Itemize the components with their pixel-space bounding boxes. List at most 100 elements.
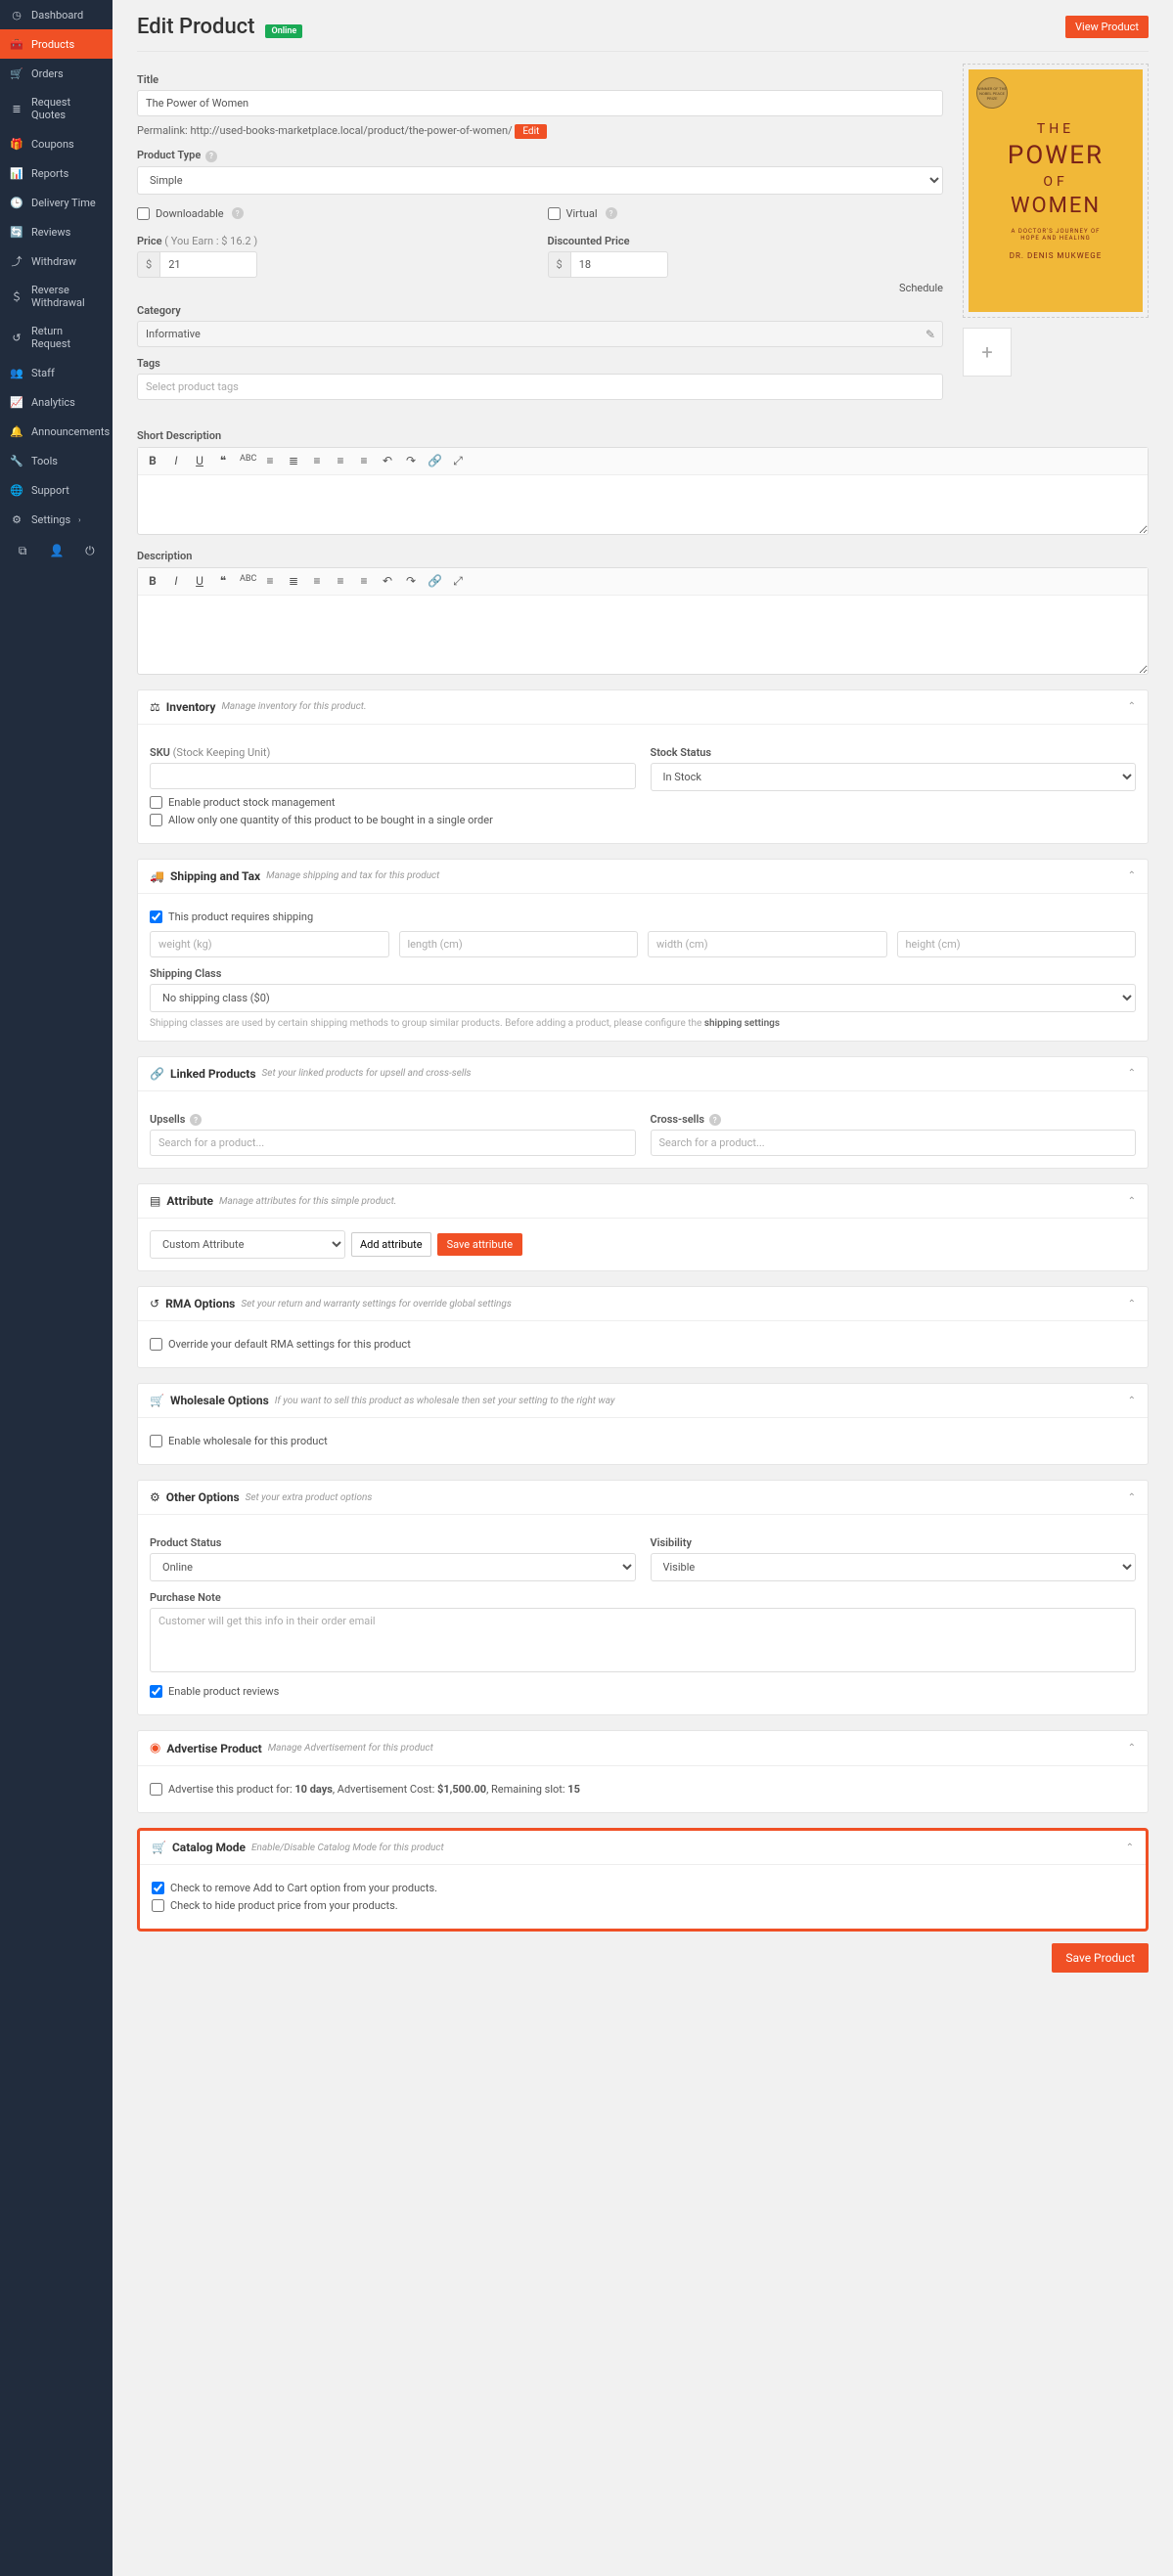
sidebar-item-orders[interactable]: 🛒Orders [0,59,113,88]
user-icon[interactable]: 👤 [49,544,63,558]
permalink-edit-button[interactable]: Edit [515,124,547,139]
length-input[interactable] [399,931,639,957]
sidebar-item-tools[interactable]: 🔧Tools [0,446,113,475]
other-header[interactable]: ⚙ Other Options Set your extra product o… [138,1481,1148,1515]
attribute-header[interactable]: ▤ Attribute Manage attributes for this s… [138,1184,1148,1219]
view-product-button[interactable]: View Product [1065,16,1149,38]
short-desc-body[interactable] [138,475,1148,534]
visibility-select[interactable]: Visible [651,1553,1137,1581]
advertise-header[interactable]: ◉ Advertise Product Manage Advertisement… [138,1731,1148,1766]
single-qty-checkbox[interactable] [150,814,162,826]
height-input[interactable] [897,931,1137,957]
width-input[interactable] [648,931,887,957]
wholesale-checkbox[interactable] [150,1435,162,1447]
link-icon[interactable]: 🔗 [428,454,441,468]
inventory-header[interactable]: ⚖ Inventory Manage inventory for this pr… [138,690,1148,725]
shipping-settings-link[interactable]: shipping settings [704,1018,780,1029]
schedule-link[interactable]: Schedule [548,282,944,294]
weight-input[interactable] [150,931,389,957]
quote-icon[interactable]: ❝ [216,574,230,589]
advertise-checkbox[interactable] [150,1783,162,1796]
sidebar-item-coupons[interactable]: 🎁Coupons [0,129,113,158]
tags-input[interactable] [137,374,943,400]
virtual-checkbox[interactable] [548,207,561,220]
discount-input[interactable] [570,251,668,278]
ul-icon[interactable]: ≡ [263,454,277,468]
stock-status-select[interactable]: In Stock [651,763,1137,791]
sidebar-item-request-quotes[interactable]: ≣Request Quotes [0,88,113,129]
align-left-icon[interactable]: ≡ [310,454,324,468]
sidebar-item-reviews[interactable]: 🔄Reviews [0,217,113,246]
rma-override-checkbox[interactable] [150,1338,162,1351]
undo-icon[interactable]: ↶ [381,454,394,468]
product-cover[interactable]: WINNER OF THE NOBEL PEACE PRIZE THE POWE… [963,64,1149,318]
attribute-select[interactable]: Custom Attribute [150,1230,345,1259]
sidebar-item-support[interactable]: 🌐Support [0,475,113,505]
underline-icon[interactable]: U [193,574,206,589]
category-input[interactable] [137,321,943,347]
redo-icon[interactable]: ↷ [404,454,418,468]
quote-icon[interactable]: ❝ [216,454,230,468]
reviews-checkbox[interactable] [150,1685,162,1698]
link-icon[interactable]: 🔗 [428,574,441,589]
ul-icon[interactable]: ≡ [263,574,277,589]
rma-header[interactable]: ↺ RMA Options Set your return and warran… [138,1287,1148,1321]
crosssells-input[interactable] [651,1130,1137,1156]
sidebar-item-withdraw[interactable]: ⤴Withdraw [0,246,113,276]
align-left-icon[interactable]: ≡ [310,574,324,589]
align-center-icon[interactable]: ≡ [334,454,347,468]
help-icon[interactable]: ? [190,1114,202,1126]
permalink-url[interactable]: http://used-books-marketplace.local/prod… [190,124,512,137]
purchase-note-input[interactable] [150,1608,1136,1672]
help-icon[interactable]: ? [709,1114,721,1126]
undo-icon[interactable]: ↶ [381,574,394,589]
sidebar-item-reports[interactable]: 📊Reports [0,158,113,188]
align-center-icon[interactable]: ≡ [334,574,347,589]
redo-icon[interactable]: ↷ [404,574,418,589]
align-right-icon[interactable]: ≡ [357,574,371,589]
product-type-select[interactable]: Simple [137,166,943,195]
hide-price-checkbox[interactable] [152,1899,164,1912]
wholesale-header[interactable]: 🛒 Wholesale Options If you want to sell … [138,1384,1148,1418]
ol-icon[interactable]: ≣ [287,574,300,589]
strike-icon[interactable]: ABC [240,574,253,589]
fullscreen-icon[interactable]: ⤢ [451,454,465,468]
add-image-button[interactable]: + [963,328,1012,377]
underline-icon[interactable]: U [193,454,206,468]
upsells-input[interactable] [150,1130,636,1156]
save-product-button[interactable]: Save Product [1052,1943,1149,1973]
sidebar-item-reverse-withdrawal[interactable]: ＄Reverse Withdrawal [0,276,113,317]
sidebar-item-products[interactable]: 🧰Products [0,29,113,59]
ol-icon[interactable]: ≣ [287,454,300,468]
bold-icon[interactable]: B [146,574,159,589]
help-icon[interactable]: ? [606,207,617,219]
title-input[interactable] [137,90,943,116]
italic-icon[interactable]: I [169,454,183,468]
shipping-header[interactable]: 🚚 Shipping and Tax Manage shipping and t… [138,860,1148,894]
fullscreen-icon[interactable]: ⤢ [451,574,465,589]
sku-input[interactable] [150,763,636,789]
requires-shipping-checkbox[interactable] [150,910,162,923]
save-attribute-button[interactable]: Save attribute [437,1233,523,1256]
product-status-select[interactable]: Online [150,1553,636,1581]
power-icon[interactable]: ⏻ [83,544,97,558]
italic-icon[interactable]: I [169,574,183,589]
shipping-class-select[interactable]: No shipping class ($0) [150,984,1136,1012]
desc-body[interactable] [138,596,1148,674]
sidebar-item-return-request[interactable]: ↺Return Request [0,317,113,358]
price-input[interactable] [159,251,257,278]
strike-icon[interactable]: ABC [240,454,253,468]
sidebar-item-announcements[interactable]: 🔔Announcements [0,417,113,446]
edit-icon[interactable]: ✎ [925,328,935,341]
help-icon[interactable]: ? [232,207,244,219]
catalog-header[interactable]: 🛒 Catalog Mode Enable/Disable Catalog Mo… [140,1831,1146,1865]
stock-mgmt-checkbox[interactable] [150,796,162,809]
downloadable-checkbox[interactable] [137,207,150,220]
bold-icon[interactable]: B [146,454,159,468]
linked-header[interactable]: 🔗 Linked Products Set your linked produc… [138,1057,1148,1091]
sidebar-item-dashboard[interactable]: ◷Dashboard [0,0,113,29]
sidebar-item-staff[interactable]: 👥Staff [0,358,113,387]
sidebar-item-settings[interactable]: ⚙Settings › [0,505,113,534]
add-attribute-button[interactable]: Add attribute [351,1232,431,1257]
sidebar-item-delivery-time[interactable]: 🕒Delivery Time [0,188,113,217]
